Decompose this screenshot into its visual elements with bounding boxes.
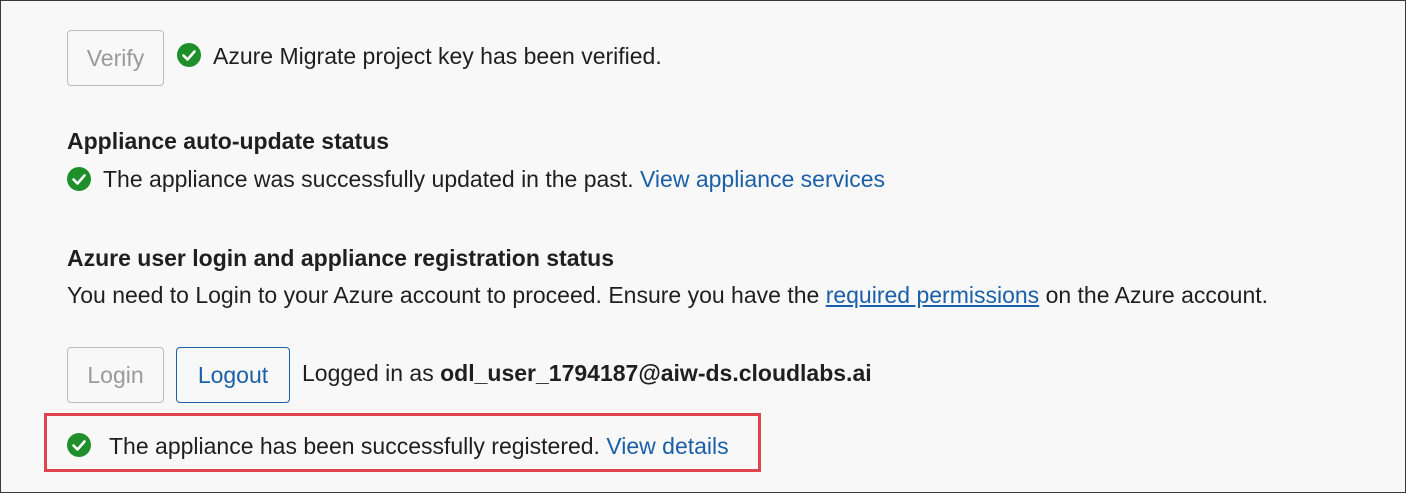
success-check-icon xyxy=(177,43,201,67)
login-instruction-suffix: on the Azure account. xyxy=(1045,282,1269,308)
logged-in-status: Logged in as odl_user_1794187@aiw-ds.clo… xyxy=(302,359,872,387)
auto-update-status-text: The appliance was successfully updated i… xyxy=(103,166,634,192)
verify-button[interactable]: Verify xyxy=(67,30,164,86)
logged-in-user: odl_user_1794187@aiw-ds.cloudlabs.ai xyxy=(440,360,872,386)
success-check-icon xyxy=(67,433,91,457)
project-key-status-text: Azure Migrate project key has been verif… xyxy=(213,43,662,69)
auto-update-heading: Appliance auto-update status xyxy=(67,128,390,154)
view-details-link[interactable]: View details xyxy=(606,433,728,459)
registration-heading: Azure user login and appliance registrat… xyxy=(67,245,615,271)
auto-update-status-line: The appliance was successfully updated i… xyxy=(103,165,885,193)
login-button[interactable]: Login xyxy=(67,347,164,403)
logged-in-prefix: Logged in as xyxy=(302,360,434,386)
success-check-icon xyxy=(67,167,91,191)
login-instruction-prefix: You need to Login to your Azure account … xyxy=(67,282,820,308)
required-permissions-link[interactable]: required permissions xyxy=(826,282,1039,308)
registration-success-text: The appliance has been successfully regi… xyxy=(109,433,600,459)
login-instruction-line: You need to Login to your Azure account … xyxy=(67,281,1268,309)
registration-success-line: The appliance has been successfully regi… xyxy=(109,432,729,460)
view-appliance-services-link[interactable]: View appliance services xyxy=(640,166,885,192)
appliance-config-panel: Verify Azure Migrate project key has bee… xyxy=(0,0,1406,493)
logout-button[interactable]: Logout xyxy=(176,347,290,403)
